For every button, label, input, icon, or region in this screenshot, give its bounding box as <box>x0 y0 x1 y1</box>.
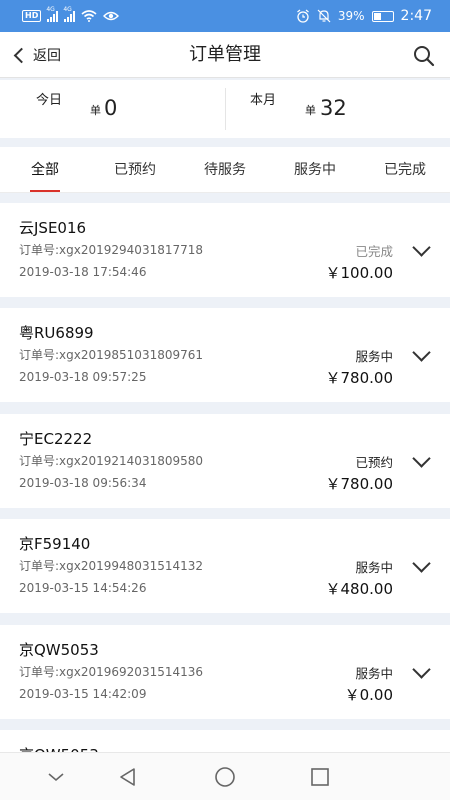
plate-number: 京QW5053 <box>19 641 99 659</box>
status-badge: 已预约 <box>355 455 393 470</box>
plate-number: 京F59140 <box>19 535 91 553</box>
order-time: 2019-03-15 14:42:09 <box>19 687 147 701</box>
plate-number: 宁EC2222 <box>19 430 93 448</box>
chevron-down-icon[interactable] <box>413 348 429 364</box>
order-number: 订单号:xgx2019692031514136 <box>19 665 204 679</box>
order-price: ￥0.00 <box>344 686 393 704</box>
chevron-left-icon <box>13 47 30 63</box>
summary-divider <box>225 88 226 130</box>
square-recent-icon[interactable] <box>308 765 332 789</box>
month-label: 本月 <box>250 93 277 108</box>
plate-number: 粤RU6899 <box>19 324 94 342</box>
battery-icon <box>371 10 394 22</box>
month-unit: 单 <box>305 104 316 117</box>
tab-completed[interactable]: 已完成 <box>375 147 435 193</box>
signal-icon: 4G <box>63 6 76 22</box>
back-button[interactable]: 返回 <box>10 32 61 78</box>
eye-icon <box>103 11 120 21</box>
status-left: HD 4G 4G <box>22 0 120 32</box>
app-header: 返回 订单管理 <box>0 32 450 78</box>
clock-time: 2:47 <box>400 8 432 24</box>
order-card[interactable]: 京QW5053 订单号:xgx2019692031514136 2019-03-… <box>0 625 450 719</box>
order-time: 2019-03-18 09:56:34 <box>19 476 147 490</box>
order-number: 订单号:xgx2019851031809761 <box>19 348 204 362</box>
order-card[interactable]: 京F59140 订单号:xgx2019948031514132 2019-03-… <box>0 519 450 613</box>
status-badge: 已完成 <box>355 244 393 259</box>
tab-all[interactable]: 全部 <box>15 147 75 193</box>
active-tab-indicator <box>30 190 60 192</box>
order-time: 2019-03-15 14:54:26 <box>19 581 147 595</box>
plate-number: 云JSE016 <box>19 219 87 237</box>
order-time: 2019-03-18 17:54:46 <box>19 265 147 279</box>
tab-in-service[interactable]: 服务中 <box>285 147 345 193</box>
hd-badge: HD <box>22 10 42 22</box>
order-price: ￥780.00 <box>325 475 394 493</box>
order-number: 订单号:xgx2019214031809580 <box>19 454 204 468</box>
alarm-icon <box>297 9 309 23</box>
order-number: 订单号:xgx2019294031817718 <box>19 243 204 257</box>
back-label: 返回 <box>33 48 61 64</box>
chevron-down-icon[interactable] <box>413 559 429 575</box>
order-price: ￥100.00 <box>325 264 394 282</box>
search-icon[interactable] <box>412 44 436 68</box>
wifi-icon <box>81 10 97 22</box>
signal-label: 4G <box>63 5 72 13</box>
order-summary: 今日 单 0 本月 单 32 <box>0 80 450 138</box>
signal-icon: 4G <box>46 6 59 22</box>
chevron-down-icon[interactable] <box>44 765 68 789</box>
status-badge: 服务中 <box>355 349 393 364</box>
order-price: ￥480.00 <box>325 580 394 598</box>
status-bar: HD 4G 4G 39% 2:47 <box>0 0 450 32</box>
status-tabs: 全部 已预约 待服务 服务中 已完成 <box>0 147 450 193</box>
order-card[interactable]: 云JSE016 订单号:xgx2019294031817718 2019-03-… <box>0 203 450 297</box>
circle-home-icon[interactable] <box>213 765 237 789</box>
order-time: 2019-03-18 09:57:25 <box>19 370 147 384</box>
chevron-down-icon[interactable] <box>413 454 429 470</box>
status-right: 39% 2:47 <box>296 0 432 32</box>
order-card[interactable]: 宁EC2222 订单号:xgx2019214031809580 2019-03-… <box>0 414 450 508</box>
today-count: 0 <box>104 96 118 120</box>
signal-label: 4G <box>46 5 55 13</box>
mute-bell-icon <box>317 9 331 23</box>
triangle-back-icon[interactable] <box>116 765 140 789</box>
tab-pending[interactable]: 待服务 <box>195 147 255 193</box>
system-nav-bar <box>0 752 450 800</box>
today-label: 今日 <box>36 93 63 108</box>
status-badge: 服务中 <box>355 666 393 681</box>
today-unit: 单 <box>90 104 101 117</box>
battery-percent: 39% <box>337 9 365 23</box>
page-title: 订单管理 <box>189 44 261 65</box>
order-price: ￥780.00 <box>325 369 394 387</box>
chevron-down-icon[interactable] <box>413 665 429 681</box>
order-card[interactable]: 粤RU6899 订单号:xgx2019851031809761 2019-03-… <box>0 308 450 402</box>
month-count: 32 <box>320 96 347 120</box>
tab-reserved[interactable]: 已预约 <box>105 147 165 193</box>
order-number: 订单号:xgx2019948031514132 <box>19 559 204 573</box>
chevron-down-icon[interactable] <box>413 243 429 259</box>
status-badge: 服务中 <box>355 560 393 575</box>
